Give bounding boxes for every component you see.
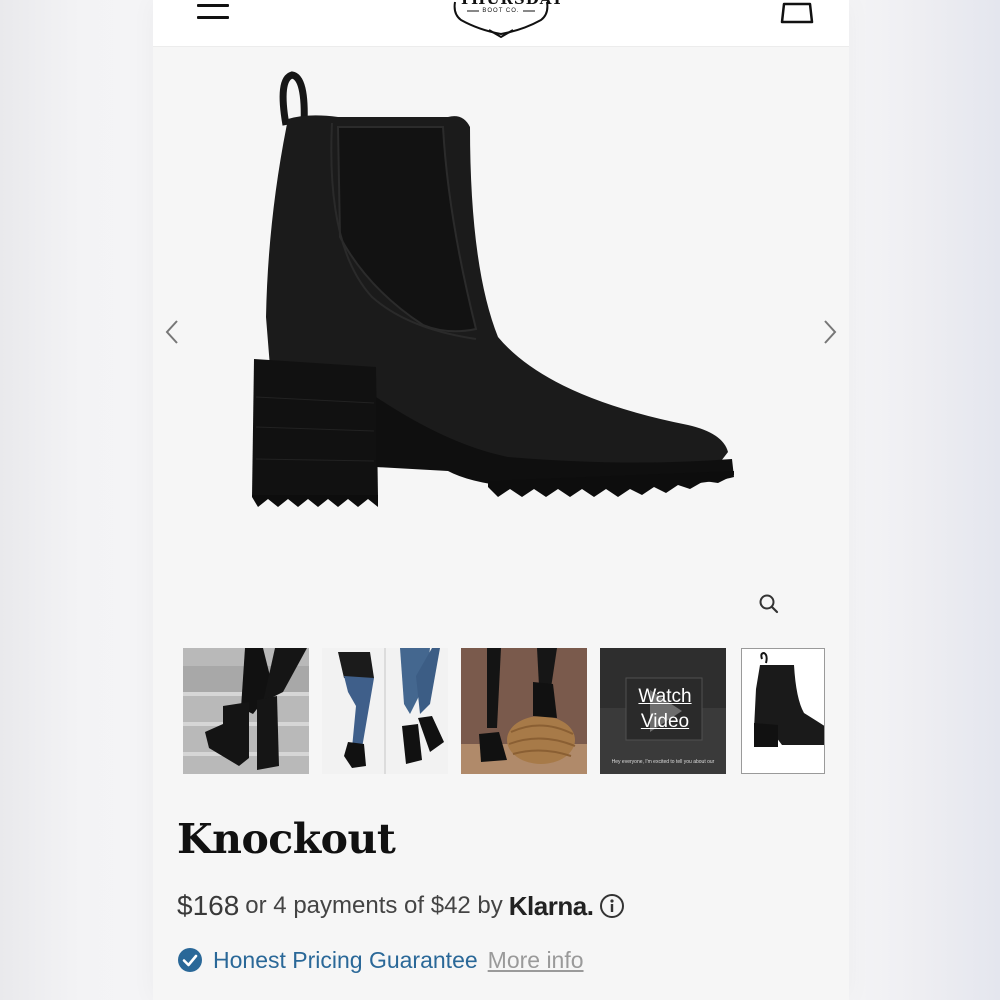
site-header: THURSDAY BOOT CO. [153,0,849,47]
watch-label-line1: Watch [638,686,692,707]
product-page: THURSDAY BOOT CO. [153,0,849,1000]
product-title: Knockout [177,815,396,863]
thumbnail-jeans[interactable] [322,648,448,774]
watch-video-label: Watch Video [630,684,700,734]
thumbnail-stairs[interactable] [183,648,309,774]
thumbnail-video[interactable]: Watch Video Hey everyone, I'm excited to… [600,648,726,774]
video-caption: Hey everyone, I'm excited to tell you ab… [611,759,715,765]
shopping-bag-icon[interactable] [779,0,815,28]
check-badge-icon [178,948,202,972]
logo-flourish [453,1,549,39]
thumbnail-strip: Watch Video Hey everyone, I'm excited to… [183,648,849,774]
price-row: $168 or 4 payments of $42 by Klarna. [177,886,625,926]
chevron-left-icon[interactable] [159,317,185,347]
info-icon[interactable] [599,893,625,919]
thumbnail-side-view-image [742,649,824,773]
honest-pricing-label: Honest Pricing Guarantee [213,946,478,973]
brand-logo[interactable]: THURSDAY BOOT CO. [449,0,562,40]
boot-main-image [252,71,734,507]
product-gallery [153,47,849,627]
product-price: $168 [177,890,240,921]
honest-pricing-row: Honest Pricing Guarantee More info [177,942,584,978]
thumbnail-side-view[interactable] [741,648,825,774]
thumbnail-stairs-image [183,648,309,774]
magnifier-icon[interactable] [756,591,782,617]
thumbnail-jeans-image [322,648,448,774]
installments-text: or 4 payments of $42 by [245,892,503,919]
watch-label-line2: Video [640,711,690,732]
chevron-right-icon[interactable] [817,317,843,347]
thumbnail-pouf[interactable] [461,648,587,774]
hamburger-menu-icon[interactable] [197,0,231,24]
more-info-link[interactable]: More info [488,947,584,974]
klarna-logo: Klarna. [508,890,594,921]
thumbnail-pouf-image [461,648,587,774]
